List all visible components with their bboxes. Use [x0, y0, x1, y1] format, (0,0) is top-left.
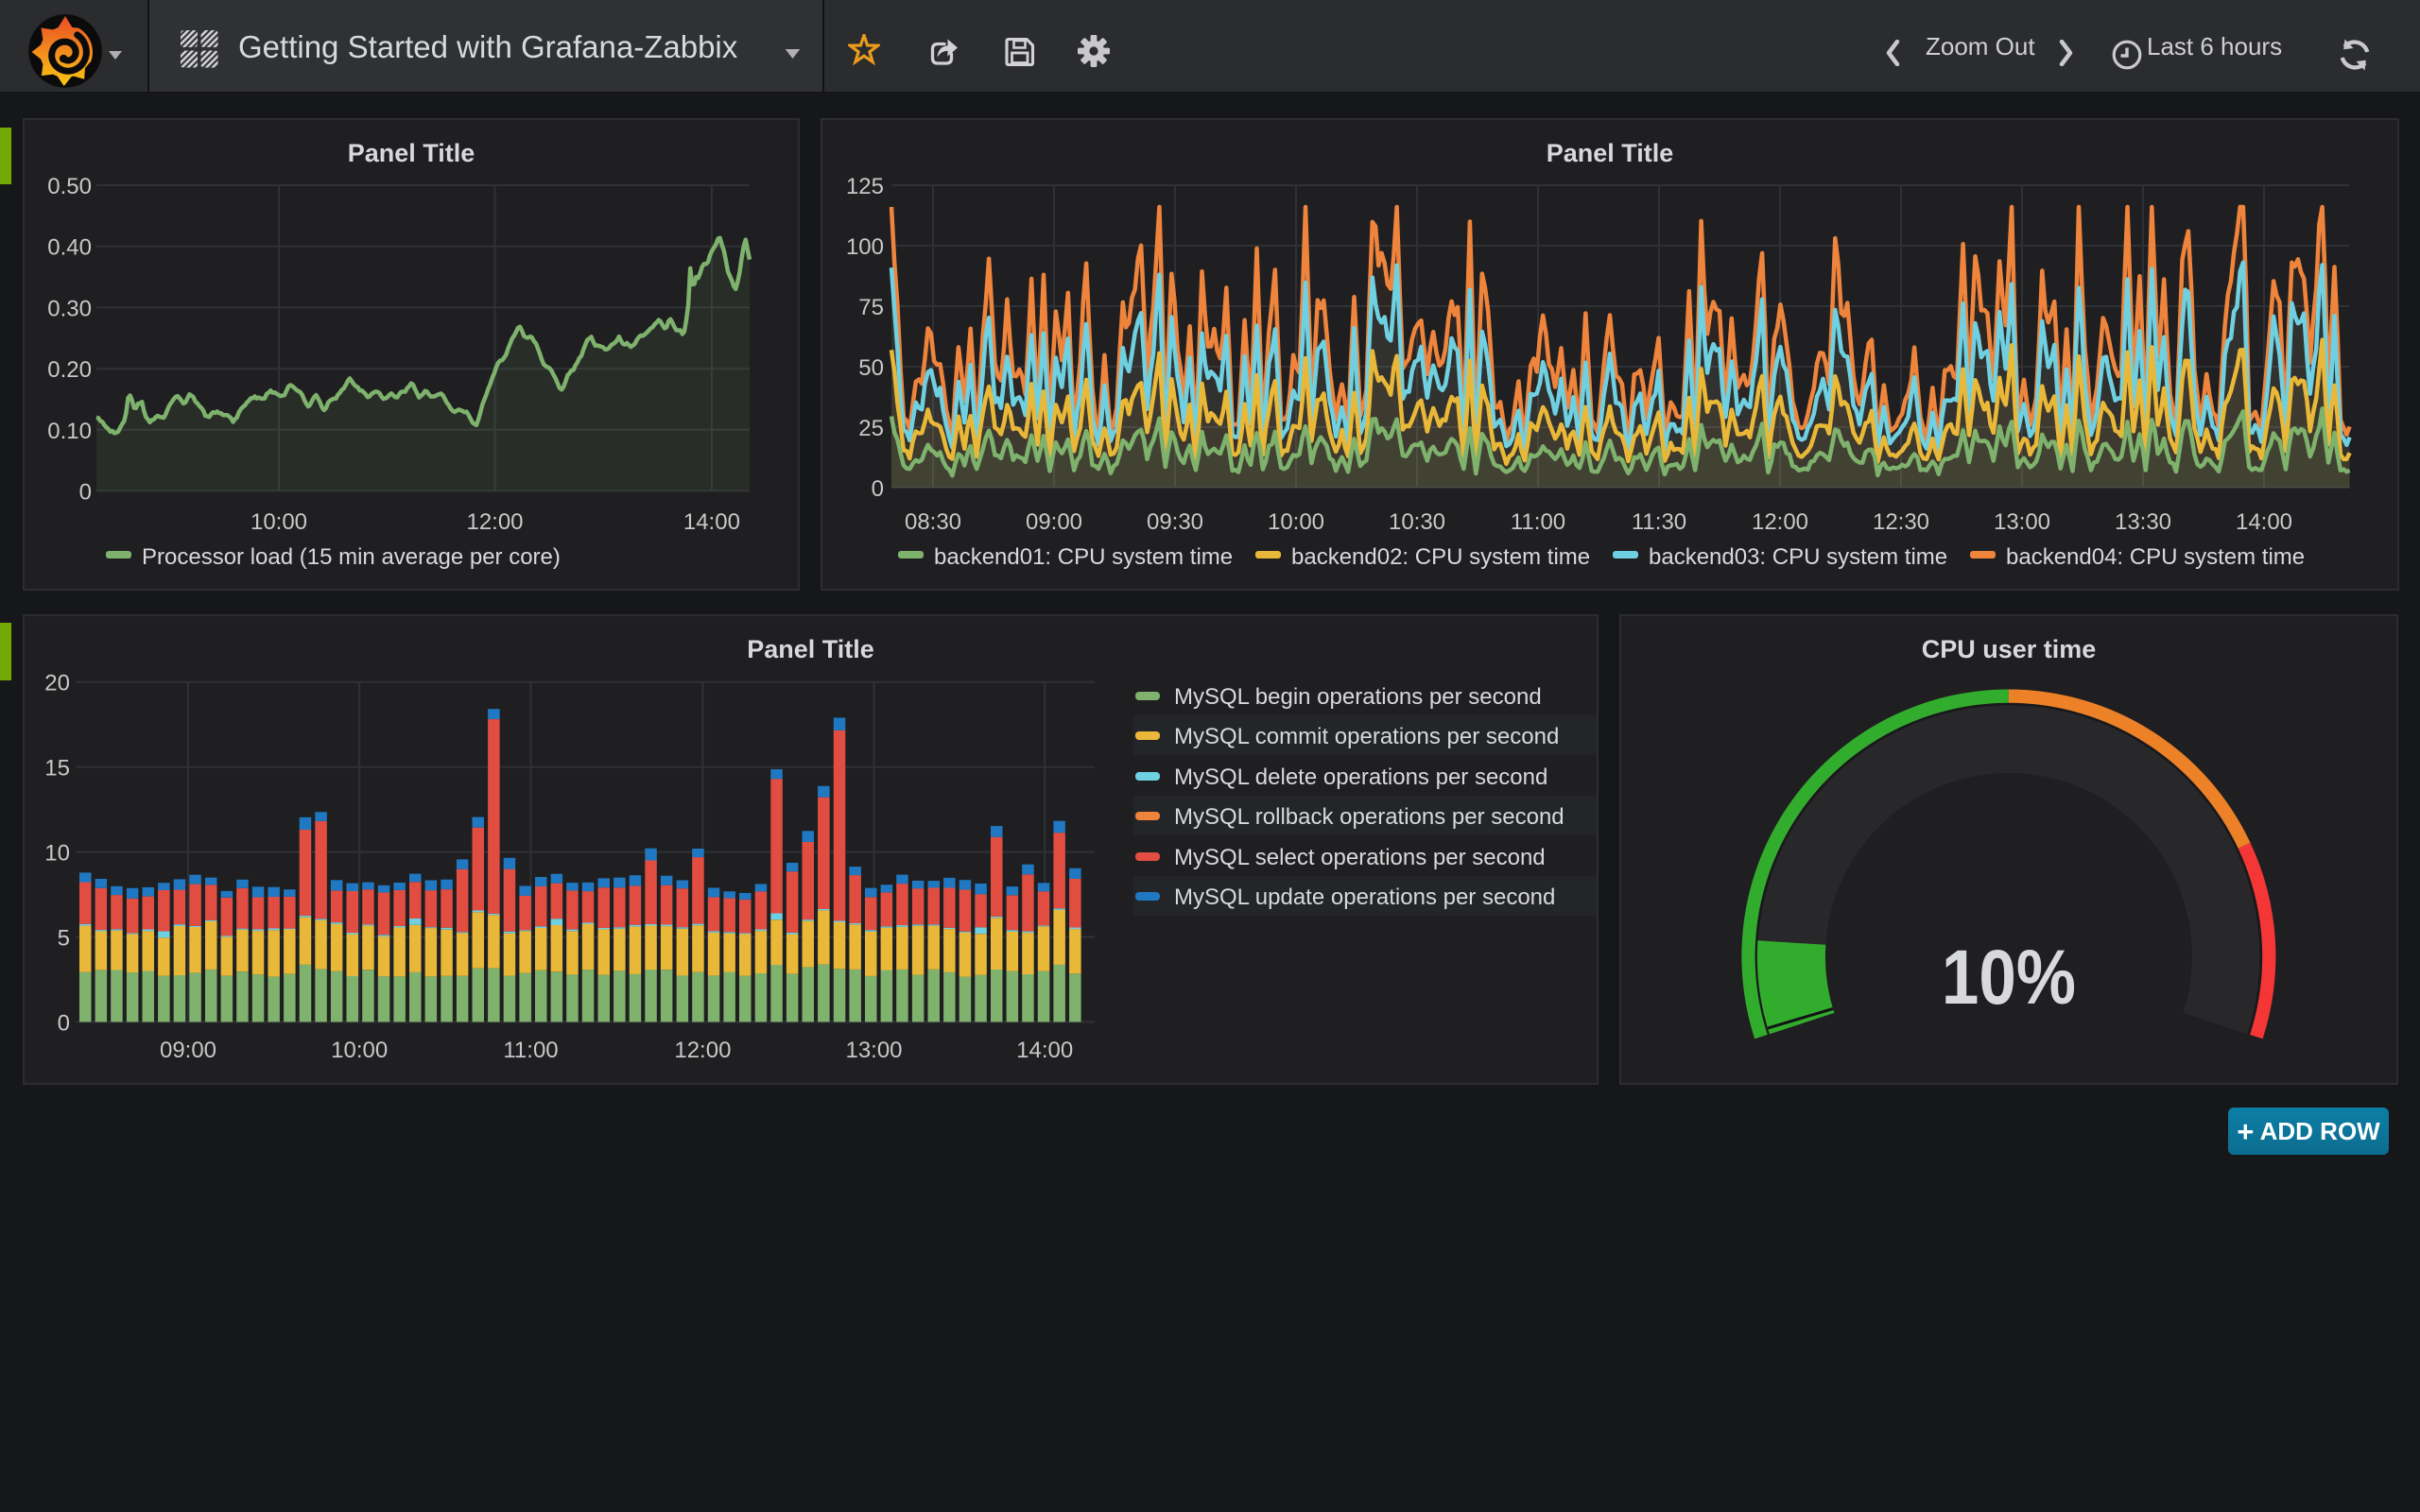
svg-text:14:00: 14:00	[683, 509, 740, 535]
svg-text:0.30: 0.30	[47, 296, 92, 321]
svg-text:11:00: 11:00	[1511, 509, 1565, 535]
svg-text:14:00: 14:00	[1016, 1038, 1073, 1063]
svg-text:backend01: CPU system time: backend01: CPU system time	[934, 544, 1233, 570]
svg-text:125: 125	[846, 174, 884, 199]
svg-text:10%: 10%	[1942, 935, 2076, 1021]
svg-text:50: 50	[858, 355, 884, 381]
svg-text:MySQL update operations per se: MySQL update operations per second	[1174, 885, 1555, 910]
svg-text:0: 0	[872, 476, 884, 502]
svg-text:0.40: 0.40	[47, 235, 92, 261]
svg-text:0.10: 0.10	[47, 419, 92, 444]
svg-text:0.50: 0.50	[47, 174, 92, 199]
svg-text:MySQL select operations per se: MySQL select operations per second	[1174, 845, 1546, 870]
svg-text:backend03: CPU system time: backend03: CPU system time	[1649, 544, 1947, 570]
svg-text:MySQL commit operations per se: MySQL commit operations per second	[1174, 724, 1559, 749]
svg-text:09:00: 09:00	[1026, 509, 1082, 535]
svg-text:0.20: 0.20	[47, 357, 92, 383]
svg-text:5: 5	[58, 926, 70, 952]
svg-text:13:00: 13:00	[845, 1038, 902, 1063]
svg-text:09:30: 09:30	[1147, 509, 1203, 535]
svg-text:12:30: 12:30	[1873, 509, 1929, 535]
svg-text:0: 0	[58, 1010, 70, 1036]
svg-text:10:00: 10:00	[331, 1038, 388, 1063]
svg-text:15: 15	[44, 756, 70, 782]
svg-text:09:00: 09:00	[160, 1038, 216, 1063]
svg-text:MySQL begin operations per sec: MySQL begin operations per second	[1174, 684, 1542, 710]
svg-text:backend04: CPU system time: backend04: CPU system time	[2006, 544, 2305, 570]
svg-text:08:30: 08:30	[905, 509, 961, 535]
svg-text:12:00: 12:00	[674, 1038, 731, 1063]
svg-text:0: 0	[79, 480, 92, 506]
svg-text:10:30: 10:30	[1389, 509, 1445, 535]
svg-text:75: 75	[858, 295, 884, 320]
svg-text:10:00: 10:00	[1268, 509, 1324, 535]
svg-text:10:00: 10:00	[251, 509, 307, 535]
svg-text:12:00: 12:00	[1752, 509, 1808, 535]
svg-text:11:30: 11:30	[1632, 509, 1686, 535]
svg-text:13:00: 13:00	[1994, 509, 2050, 535]
svg-text:11:00: 11:00	[503, 1038, 558, 1063]
svg-text:12:00: 12:00	[466, 509, 523, 535]
svg-text:10: 10	[44, 841, 70, 867]
svg-text:13:30: 13:30	[2115, 509, 2171, 535]
svg-text:14:00: 14:00	[2236, 509, 2292, 535]
svg-text:20: 20	[44, 671, 70, 696]
svg-text:100: 100	[846, 234, 884, 260]
svg-text:MySQL rollback operations per: MySQL rollback operations per second	[1174, 804, 1564, 830]
svg-text:25: 25	[858, 416, 884, 441]
svg-text:MySQL delete operations per se: MySQL delete operations per second	[1174, 765, 1547, 790]
svg-text:Processor load (15 min average: Processor load (15 min average per core)	[142, 544, 561, 570]
svg-text:backend02: CPU system time: backend02: CPU system time	[1291, 544, 1590, 570]
